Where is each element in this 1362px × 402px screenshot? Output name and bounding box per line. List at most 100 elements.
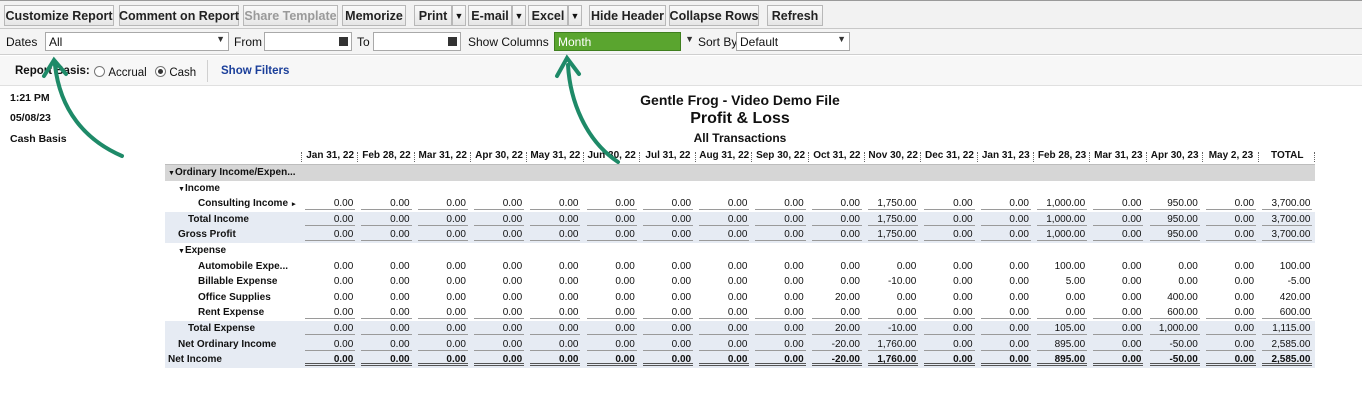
table-cell[interactable]: 0.00 xyxy=(417,322,468,335)
table-cell[interactable]: 0.00 xyxy=(642,228,694,242)
table-cell[interactable]: 0.00 xyxy=(473,322,525,335)
table-cell[interactable]: 0.00 xyxy=(417,338,468,351)
table-row[interactable]: Gross Profit 0.00 0.00 0.00 0.00 0.00 0.00 0.00… xyxy=(165,227,1315,243)
table-cell[interactable]: 3,700.00 xyxy=(1262,228,1313,242)
table-cell[interactable]: 0.00 xyxy=(530,275,581,289)
table-cell[interactable]: 0.00 xyxy=(473,228,525,242)
table-cell[interactable]: 950.00 xyxy=(1149,197,1200,211)
table-cell[interactable]: 0.00 xyxy=(699,197,750,211)
calendar-icon[interactable] xyxy=(339,37,348,46)
table-cell[interactable]: 0.00 xyxy=(980,197,1031,211)
column-header[interactable]: May 31, 22 xyxy=(527,150,583,161)
column-resize-handle[interactable] xyxy=(638,152,641,162)
to-date-field[interactable] xyxy=(373,32,461,51)
cash-radio[interactable] xyxy=(155,66,166,77)
cash-radio-group[interactable]: Cash xyxy=(155,65,196,79)
table-cell[interactable]: 0.00 xyxy=(305,275,356,289)
table-cell[interactable]: 0.00 xyxy=(811,306,862,320)
table-cell[interactable]: 1,760.00 xyxy=(868,338,919,351)
table-row[interactable]: ▼Ordinary Income/Expen... xyxy=(165,165,1315,181)
table-cell[interactable]: 0.00 xyxy=(1093,290,1144,304)
table-row[interactable]: Consulting Income ▸ 0.00 0.00 0.00 0.00 0.00 0.… xyxy=(165,196,1315,212)
table-cell[interactable]: 0.00 xyxy=(530,338,581,351)
table-cell[interactable]: 0.00 xyxy=(1036,290,1088,304)
table-cell[interactable]: 0.00 xyxy=(473,290,525,304)
table-cell[interactable]: 0.00 xyxy=(642,353,694,367)
table-cell[interactable]: 105.00 xyxy=(1036,322,1088,335)
print-dropdown-icon[interactable]: ▼ xyxy=(452,5,466,26)
column-header[interactable]: Aug 31, 22 xyxy=(696,150,752,161)
table-cell[interactable]: 0.00 xyxy=(642,275,694,289)
table-cell[interactable]: 0.00 xyxy=(868,290,919,304)
column-resize-handle[interactable] xyxy=(582,152,585,162)
table-cell[interactable]: 0.00 xyxy=(586,259,637,273)
table-cell[interactable]: 0.00 xyxy=(642,306,694,320)
column-header[interactable]: Sep 30, 22 xyxy=(752,150,808,161)
table-cell[interactable]: 0.00 xyxy=(305,290,356,304)
table-cell[interactable]: 0.00 xyxy=(1205,306,1257,320)
table-cell[interactable]: 2,585.00 xyxy=(1262,353,1313,367)
table-cell[interactable]: -50.00 xyxy=(1149,338,1200,351)
table-cell[interactable]: 0.00 xyxy=(1149,275,1200,289)
table-cell[interactable]: 0.00 xyxy=(1205,353,1257,367)
table-cell[interactable]: 0.00 xyxy=(586,290,637,304)
table-cell[interactable]: 0.00 xyxy=(1205,228,1257,242)
table-cell[interactable]: 0.00 xyxy=(586,322,637,335)
table-row[interactable]: ▼Income xyxy=(165,181,1315,197)
table-cell[interactable]: 0.00 xyxy=(1205,259,1257,273)
table-cell[interactable]: 0.00 xyxy=(755,197,806,211)
table-cell[interactable]: 0.00 xyxy=(361,213,412,226)
table-cell[interactable]: 1,000.00 xyxy=(1036,228,1088,242)
table-cell[interactable]: 0.00 xyxy=(924,338,975,351)
table-cell[interactable]: 0.00 xyxy=(980,259,1031,273)
table-cell[interactable]: 0.00 xyxy=(586,213,637,226)
table-cell[interactable]: 0.00 xyxy=(642,213,694,226)
table-cell[interactable]: 5.00 xyxy=(1036,275,1088,289)
collapse-caret-icon[interactable]: ▼ xyxy=(178,186,185,193)
column-resize-handle[interactable] xyxy=(526,152,528,162)
column-header[interactable]: Jul 31, 22 xyxy=(640,150,696,161)
table-cell[interactable]: 0.00 xyxy=(1093,322,1144,335)
table-cell[interactable]: 0.00 xyxy=(924,228,975,242)
table-cell[interactable]: 0.00 xyxy=(755,353,806,367)
table-cell[interactable]: 0.00 xyxy=(417,275,468,289)
table-cell[interactable]: 0.00 xyxy=(305,338,356,351)
table-cell[interactable]: 0.00 xyxy=(699,290,750,304)
table-cell[interactable]: -20.00 xyxy=(811,338,862,351)
table-row[interactable]: Net Ordinary Income 0.00 0.00 0.00 0.00 0.00 0… xyxy=(165,336,1315,353)
table-row[interactable]: Net Income 0.00 0.00 0.00 0.00 0.00 0.00 0.00 0.… xyxy=(165,352,1315,368)
table-cell[interactable]: 0.00 xyxy=(980,290,1031,304)
table-cell[interactable]: 0.00 xyxy=(699,306,750,320)
table-cell[interactable]: 0.00 xyxy=(924,353,975,367)
table-cell[interactable]: 3,700.00 xyxy=(1262,197,1313,211)
table-cell[interactable]: 600.00 xyxy=(1149,306,1200,320)
table-cell[interactable]: 0.00 xyxy=(1036,306,1088,320)
table-cell[interactable]: 0.00 xyxy=(699,228,750,242)
column-resize-handle[interactable] xyxy=(1089,152,1091,162)
table-cell[interactable]: 0.00 xyxy=(305,228,356,242)
table-cell[interactable]: 0.00 xyxy=(305,197,356,211)
table-cell[interactable]: 0.00 xyxy=(1093,338,1144,351)
table-cell[interactable]: 0.00 xyxy=(530,197,581,211)
column-resize-handle[interactable] xyxy=(1258,152,1260,162)
show-columns-select[interactable]: Month ▼ xyxy=(554,32,694,51)
column-header[interactable]: May 2, 23 xyxy=(1203,150,1259,161)
show-filters-link[interactable]: Show Filters xyxy=(221,65,289,77)
table-cell[interactable]: 895.00 xyxy=(1036,353,1088,367)
table-cell[interactable]: 0.00 xyxy=(361,338,412,351)
table-cell[interactable]: 0.00 xyxy=(642,322,694,335)
table-cell[interactable]: 0.00 xyxy=(642,290,694,304)
table-cell[interactable]: 0.00 xyxy=(530,228,581,242)
table-cell[interactable]: 0.00 xyxy=(417,213,468,226)
table-cell[interactable]: 0.00 xyxy=(699,213,750,226)
refresh-button[interactable]: Refresh xyxy=(767,5,823,26)
table-cell[interactable]: 0.00 xyxy=(305,213,356,226)
table-cell[interactable]: 0.00 xyxy=(811,213,862,226)
table-cell[interactable]: 0.00 xyxy=(755,275,806,289)
column-header[interactable]: Oct 31, 22 xyxy=(809,150,865,161)
table-cell[interactable]: 0.00 xyxy=(1093,259,1144,273)
table-cell[interactable]: 0.00 xyxy=(361,290,412,304)
table-row[interactable]: Rent Expense 0.00 0.00 0.00 0.00 0.00 0.00 0.00… xyxy=(165,305,1315,321)
table-cell[interactable]: 0.00 xyxy=(924,306,975,320)
hide-header-button[interactable]: Hide Header xyxy=(589,5,666,26)
